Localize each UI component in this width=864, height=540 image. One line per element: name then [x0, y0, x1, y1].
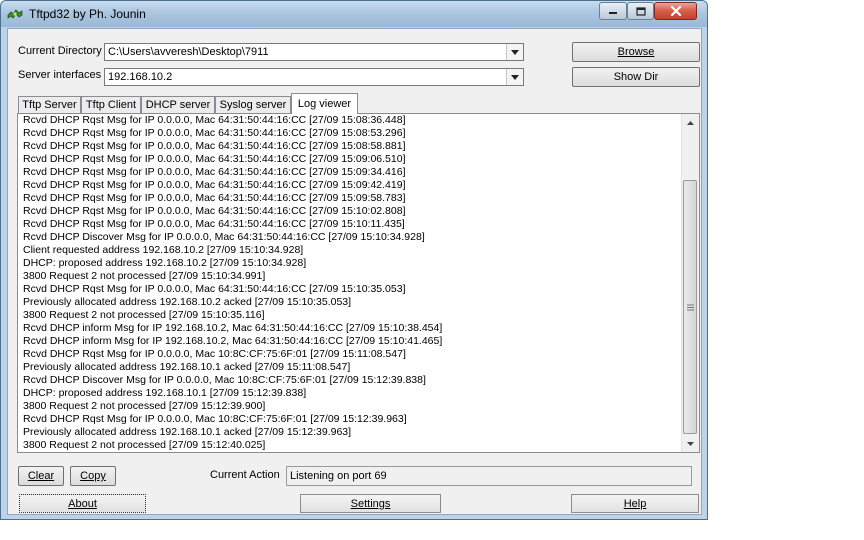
tab-dhcp-server[interactable]: DHCP server	[141, 96, 215, 113]
log-line: Rcvd DHCP Rqst Msg for IP 0.0.0.0, Mac 6…	[23, 114, 406, 126]
log-viewer-list[interactable]: Rcvd DHCP Rqst Msg for IP 0.0.0.0, Mac 6…	[17, 113, 700, 453]
log-line: Previously allocated address 192.168.10.…	[23, 426, 352, 438]
tab-syslog-server[interactable]: Syslog server	[215, 96, 291, 113]
tab-syslog-server-label: Syslog server	[219, 99, 287, 111]
log-line: 3800 Request 2 not processed [27/09 15:1…	[23, 309, 265, 321]
tab-tftp-client-label: Tftp Client	[85, 99, 137, 111]
log-line: 3800 Request 2 not processed [27/09 15:1…	[23, 439, 266, 451]
close-button[interactable]	[654, 2, 697, 20]
main-panel: Current Directory C:\Users\avveresh\Desk…	[7, 28, 702, 515]
copy-button[interactable]: Copy	[70, 466, 116, 486]
app-window: Tftpd32 by Ph. Jounin Current Directory …	[0, 0, 708, 520]
log-line: 3800 Request 2 not processed [27/09 15:1…	[23, 400, 266, 412]
about-button-label: About	[68, 497, 97, 510]
server-interfaces-combo[interactable]: 192.168.10.2	[104, 68, 524, 86]
log-line: DHCP: proposed address 192.168.10.2 [27/…	[23, 257, 307, 269]
log-line: Rcvd DHCP Rqst Msg for IP 0.0.0.0, Mac 6…	[23, 205, 406, 217]
tab-log-viewer[interactable]: Log viewer	[291, 93, 358, 114]
log-line: 3800 Request 2 not processed [27/09 15:1…	[23, 270, 266, 282]
show-dir-button-label: Show Dir	[613, 71, 659, 83]
current-action-label: Current Action	[210, 469, 280, 481]
settings-button[interactable]: Settings	[300, 494, 441, 513]
log-line: Previously allocated address 192.168.10.…	[23, 296, 352, 308]
tab-tftp-server-label: Tftp Server	[22, 99, 77, 111]
maximize-button[interactable]	[627, 2, 654, 20]
log-vertical-scrollbar[interactable]	[681, 114, 699, 452]
current-directory-label: Current Directory	[18, 45, 102, 57]
tab-tftp-client[interactable]: Tftp Client	[81, 96, 141, 113]
clear-button-label: Clear	[27, 470, 55, 482]
log-lines: Rcvd DHCP Rqst Msg for IP 0.0.0.0, Mac 6…	[23, 114, 678, 452]
server-interfaces-label: Server interfaces	[18, 69, 102, 81]
clear-button[interactable]: Clear	[18, 466, 64, 486]
log-line: Rcvd DHCP Rqst Msg for IP 0.0.0.0, Mac 6…	[23, 127, 406, 139]
current-action-field: Listening on port 69	[286, 466, 692, 486]
log-line: Rcvd DHCP Rqst Msg for IP 0.0.0.0, Mac 6…	[23, 218, 405, 230]
scrollbar-thumb[interactable]	[683, 180, 697, 434]
chevron-down-icon[interactable]	[506, 44, 523, 60]
log-line: Rcvd DHCP Rqst Msg for IP 0.0.0.0, Mac 1…	[23, 413, 407, 425]
log-line: Client requested address 192.168.10.2 [2…	[23, 244, 304, 256]
current-directory-value: C:\Users\avveresh\Desktop\7911	[108, 46, 269, 58]
log-line: Rcvd DHCP Rqst Msg for IP 0.0.0.0, Mac 6…	[23, 166, 406, 178]
copy-button-label: Copy	[80, 470, 106, 482]
tftpd-app-icon	[7, 9, 23, 19]
title-bar[interactable]: Tftpd32 by Ph. Jounin	[1, 1, 707, 27]
log-line: Rcvd DHCP Rqst Msg for IP 0.0.0.0, Mac 6…	[23, 140, 406, 152]
chevron-down-icon[interactable]	[506, 69, 523, 85]
log-line: Rcvd DHCP Discover Msg for IP 0.0.0.0, M…	[23, 231, 425, 243]
log-line: Rcvd DHCP inform Msg for IP 192.168.10.2…	[23, 335, 443, 347]
current-directory-combo[interactable]: C:\Users\avveresh\Desktop\7911	[104, 43, 524, 61]
log-line: Rcvd DHCP Rqst Msg for IP 0.0.0.0, Mac 6…	[23, 283, 406, 295]
log-line: Rcvd DHCP Discover Msg for IP 0.0.0.0, M…	[23, 374, 426, 386]
tab-dhcp-server-label: DHCP server	[145, 99, 211, 111]
current-action-value: Listening on port 69	[290, 470, 387, 482]
server-interfaces-value: 192.168.10.2	[108, 71, 173, 83]
scroll-up-icon	[687, 120, 694, 125]
minimize-button[interactable]	[599, 2, 627, 20]
browse-button[interactable]: Browse	[572, 42, 700, 62]
about-button[interactable]: About	[19, 494, 146, 513]
minimize-icon	[609, 12, 617, 14]
settings-button-label: Settings	[350, 497, 391, 510]
help-button[interactable]: Help	[571, 494, 699, 513]
scroll-down-icon	[687, 441, 694, 446]
grip-icon	[686, 304, 694, 310]
log-line: Rcvd DHCP Rqst Msg for IP 0.0.0.0, Mac 1…	[23, 348, 406, 360]
scroll-down-button[interactable]	[682, 435, 699, 452]
maximize-icon	[635, 6, 646, 16]
tab-tftp-server[interactable]: Tftp Server	[18, 96, 81, 113]
show-dir-button[interactable]: Show Dir	[572, 67, 700, 87]
scroll-up-button[interactable]	[682, 114, 699, 131]
close-icon	[670, 6, 681, 16]
tab-log-viewer-label: Log viewer	[297, 98, 352, 110]
window-title: Tftpd32 by Ph. Jounin	[29, 7, 146, 21]
browse-button-label: Browse	[617, 46, 655, 58]
log-line: Rcvd DHCP Rqst Msg for IP 0.0.0.0, Mac 6…	[23, 179, 406, 191]
log-line: Rcvd DHCP Rqst Msg for IP 0.0.0.0, Mac 6…	[23, 192, 406, 204]
log-line: Previously allocated address 192.168.10.…	[23, 361, 351, 373]
log-line: Rcvd DHCP Rqst Msg for IP 0.0.0.0, Mac 6…	[23, 153, 406, 165]
log-line: Rcvd DHCP inform Msg for IP 192.168.10.2…	[23, 322, 443, 334]
log-line: DHCP: proposed address 192.168.10.1 [27/…	[23, 387, 307, 399]
help-button-label: Help	[623, 497, 647, 510]
